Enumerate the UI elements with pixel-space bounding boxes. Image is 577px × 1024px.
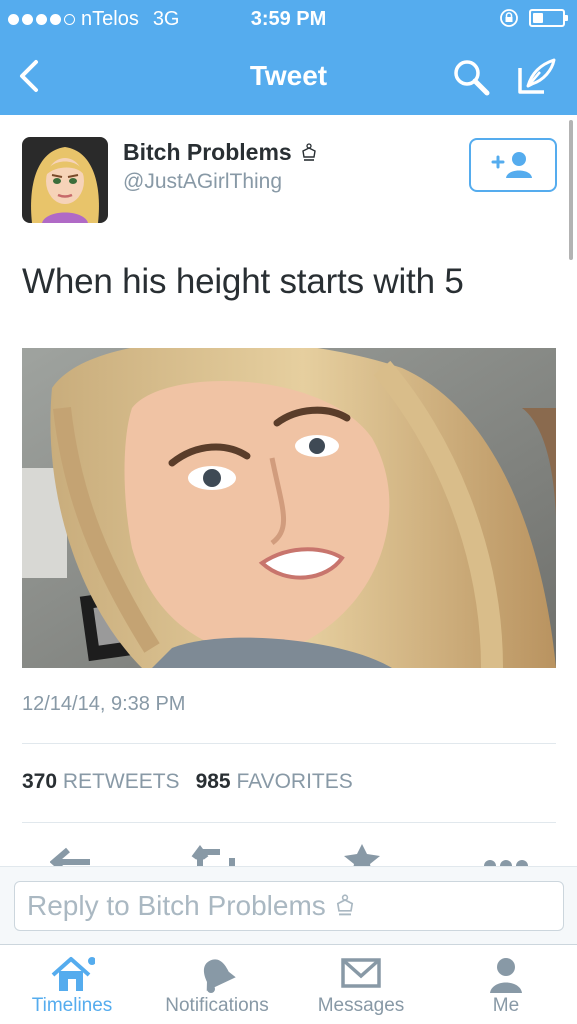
tweet-photo[interactable] [22, 348, 556, 668]
battery-icon [529, 9, 568, 27]
favorites-stat[interactable]: 985 FAVORITES [196, 770, 353, 794]
person-icon [490, 958, 522, 993]
tab-label: Me [492, 995, 520, 1016]
retweet-icon[interactable] [190, 844, 242, 866]
add-user-icon [491, 152, 532, 178]
tab-label: Notifications [165, 995, 269, 1016]
tab-label: Timelines [31, 995, 113, 1016]
nav-bar: Tweet [0, 40, 577, 112]
reply-icon[interactable] [50, 844, 94, 866]
crown-icon [301, 142, 316, 161]
tweet-stats: 370 RETWEETS 985 FAVORITES [22, 770, 353, 794]
author-name[interactable]: Bitch Problems [123, 139, 318, 166]
top-bar: nTelos 3G 3:59 PM Tweet [0, 0, 577, 115]
reply-input[interactable]: Reply to Bitch Problems [14, 881, 564, 931]
author-name-text[interactable]: Bitch Problems [123, 139, 292, 166]
retweets-stat[interactable]: 370 RETWEETS [22, 770, 180, 794]
favorite-icon[interactable] [342, 844, 382, 866]
divider [22, 743, 556, 744]
rotation-lock-icon [500, 9, 518, 27]
scrollbar[interactable] [569, 120, 573, 260]
avatar[interactable] [22, 137, 108, 223]
retweets-count: 370 [22, 770, 58, 793]
tweet-actions [0, 838, 577, 866]
tab-messages[interactable]: Messages [300, 945, 422, 1024]
search-icon[interactable] [450, 56, 492, 98]
favorites-label: FAVORITES [236, 770, 353, 793]
envelope-icon [341, 958, 381, 988]
divider [22, 822, 556, 823]
tab-label: Messages [317, 995, 405, 1016]
status-bar: nTelos 3G 3:59 PM [0, 0, 577, 38]
author-handle[interactable]: @JustAGirlThing [123, 170, 282, 194]
tab-notifications[interactable]: Notifications [150, 945, 284, 1024]
follow-button[interactable] [469, 138, 557, 192]
favorites-count: 985 [195, 770, 231, 793]
tweet-text: When his height starts with 5 [22, 262, 464, 301]
retweets-label: RETWEETS [62, 770, 180, 793]
reply-bar: Reply to Bitch Problems [0, 866, 577, 944]
compose-icon[interactable] [514, 56, 558, 98]
crown-icon [336, 894, 353, 916]
home-icon [51, 957, 95, 991]
tab-timelines[interactable]: Timelines [10, 945, 134, 1024]
bell-icon [203, 959, 236, 993]
more-icon[interactable] [482, 844, 530, 866]
tab-me[interactable]: Me [446, 945, 566, 1024]
status-time: 3:59 PM [250, 8, 327, 30]
reply-placeholder: Reply to Bitch Problems [27, 890, 326, 921]
status-right [499, 8, 568, 28]
tab-bar: Timelines Notifications Messages Me [0, 944, 577, 1024]
tweet-timestamp: 12/14/14, 9:38 PM [22, 693, 186, 715]
